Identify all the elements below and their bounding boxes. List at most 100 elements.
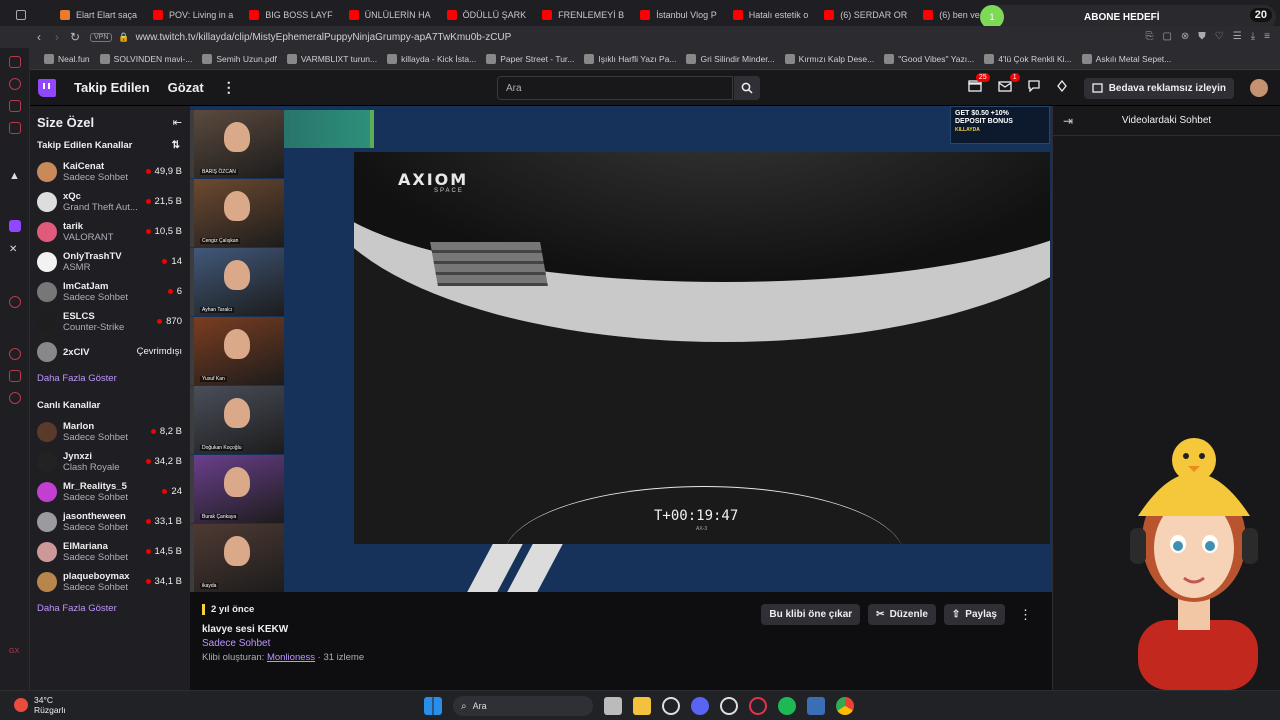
search-input[interactable]: Ara [497,76,733,100]
browser-tab[interactable]: İstanbul Vlog P [632,4,725,26]
sidebar-channel[interactable]: Jynxzi Clash Royale 34,2 B [30,447,190,477]
music-icon[interactable] [9,56,21,68]
collapse-chat-icon[interactable]: ⇥ [1063,114,1073,128]
browser-menu-icon[interactable] [8,4,52,26]
avatar [37,542,57,562]
extension-icon[interactable]: ⊗ [1181,31,1189,42]
sidebar-channel[interactable]: ImCatJam Sadece Sohbet 6 [30,277,190,307]
sidebar-channel[interactable]: KaiCenat Sadece Sohbet 49,9 B [30,157,190,187]
settings-icon[interactable] [9,392,21,404]
easy-setup-icon[interactable]: ☰ [1233,31,1242,42]
browser-tab[interactable]: ÜNLÜLERİN HA [341,4,439,26]
show-more-live-link[interactable]: Daha Fazla Göster [30,597,190,624]
bookmark[interactable]: Askılı Metal Sepet... [1081,53,1171,64]
bits-icon[interactable] [1056,79,1068,97]
nav-following[interactable]: Takip Edilen [74,80,150,95]
bookmark[interactable]: Semih Uzun.pdf [202,53,277,64]
sidebar-channel[interactable]: OnlyTrashTV ASMR 14 [30,247,190,277]
bookmark[interactable]: 4'lü Çok Renkli Ki... [984,53,1072,64]
snapshot-icon[interactable]: ▢ [1162,31,1171,42]
bookmark[interactable]: killayda - Kick İsta... [387,53,476,64]
back-icon[interactable]: ‹ [30,30,48,44]
sidebar-channel[interactable]: plaqueboymax Sadece Sohbet 34,1 B [30,567,190,597]
ai-icon[interactable] [9,122,21,134]
browser-tab[interactable]: (6) SERDAR OR [816,4,915,26]
collapse-sidebar-icon[interactable]: ⇤ [173,116,182,129]
file-explorer-icon[interactable] [633,697,651,715]
heart-icon[interactable]: ♡ [1215,31,1224,42]
sidebar-channel[interactable]: jasontheween Sadece Sohbet 33,1 B [30,507,190,537]
sidebar-channel[interactable]: Marlon Sadece Sohbet 8,2 B [30,417,190,447]
player-icon[interactable] [9,296,21,308]
edit-clip-button[interactable]: ✂ Düzenle [868,604,936,625]
show-more-followed-link[interactable]: Daha Fazla Göster [30,367,190,394]
user-avatar[interactable] [1250,79,1268,97]
obs-icon[interactable] [720,697,738,715]
notifications-count: 1 [1009,73,1020,82]
ad-free-button[interactable]: Bedava reklamsız izleyin [1083,77,1234,99]
x-rail-icon[interactable]: ✕ [9,244,21,256]
camera-icon[interactable]: ⎘ [1145,31,1153,42]
app-icon[interactable] [807,697,825,715]
bookmark[interactable]: Işıklı Harfli Yazı Pa... [584,53,676,64]
bookmark[interactable]: Neal.fun [44,53,90,64]
nav-browse[interactable]: Gözat [168,80,204,95]
sidebar-channel[interactable]: ESLCS Counter-Strike 870 [30,307,190,337]
adblock-icon[interactable]: ⛊ [1198,31,1206,42]
chrome-icon[interactable] [836,697,854,715]
clip-video-player[interactable]: BARIŞ ÖZCAN Cengiz Çalışkan Ayhan Taralcı Y… [190,106,1052,592]
bookmark[interactable]: Paper Street - Tur... [486,53,574,64]
more-icon[interactable]: ⋮ [1013,607,1038,623]
browser-tab[interactable]: BIG BOSS LAYF [241,4,340,26]
clip-creator-link[interactable]: Monlioness [267,652,315,663]
start-icon[interactable] [424,697,442,715]
twitch-rail-icon[interactable] [9,220,21,232]
messenger-icon[interactable] [9,100,21,112]
history-icon[interactable] [9,348,21,360]
search-icon[interactable] [734,76,760,100]
bookmark[interactable]: SOLVINDEN mavi-... [99,53,192,64]
download-icon[interactable]: ⤓ [1251,31,1255,42]
feature-clip-button[interactable]: Bu klibi öne çıkar [761,604,861,625]
opera-gx-icon[interactable] [749,697,767,715]
workspace-icon[interactable] [9,78,21,90]
bookmark[interactable]: "Good Vibes" Yazı... [884,53,974,64]
browser-tab[interactable]: Elart Elart saça [52,4,145,26]
pin-icon[interactable] [9,370,21,382]
browser-tab[interactable]: FRENLEMEYİ B [534,4,632,26]
sidebar-channel[interactable]: xQc Grand Theft Aut... 21,5 B [30,187,190,217]
gx-icon[interactable]: GX [9,648,21,660]
spotify-icon[interactable] [778,697,796,715]
task-view-icon[interactable] [604,697,622,715]
twitch-logo-icon[interactable] [38,78,56,97]
browser-tab[interactable]: Hatalı estetik o [725,4,817,26]
browser-tab[interactable]: ÖDÜLLÜ ŞARK [439,4,535,26]
bookmark[interactable]: Kırmızı Kalp Dese... [784,53,874,64]
taskbar-search[interactable]: ⌕ Ara [453,696,593,716]
notifications-icon[interactable]: 1 [998,73,1020,97]
discord-icon[interactable] [691,697,709,715]
whispers-icon[interactable] [1028,79,1040,97]
sidebar-channel[interactable]: ElMariana Sadece Sohbet 14,5 B [30,537,190,567]
sidebar-channel[interactable]: tarik VALORANT 10,5 B [30,217,190,247]
bookmark[interactable]: VARMBLIXT turun... [286,53,377,64]
more-options-icon[interactable]: ⋮ [222,79,236,96]
url-field[interactable]: www.twitch.tv/killayda/clip/MistyEphemer… [136,32,512,43]
forward-icon[interactable]: › [48,30,66,44]
sort-icon[interactable]: ⇅ [172,140,180,151]
reload-icon[interactable]: ↻ [66,30,84,44]
vpn-badge[interactable]: VPN [90,32,113,42]
aria-icon[interactable]: ▲ [9,170,21,182]
share-button[interactable]: ⇧ Paylaş [943,604,1005,625]
browser-tab[interactable]: POV: Living in a [145,4,241,26]
sidebar-channel[interactable]: Mr_Realitys_5 Sadece Sohbet 24 [30,477,190,507]
prime-loot-icon[interactable]: 25 [968,73,990,97]
crown-icon [1092,83,1103,93]
clip-category-link[interactable]: Sadece Sohbet [202,638,270,649]
tab-favicon-icon [153,10,164,20]
steam-icon[interactable] [662,697,680,715]
sidebar-channel-offline[interactable]: 2xCIV Çevrimdışı [30,337,190,367]
weather-widget[interactable]: 34°C Rüzgarlı [14,695,66,715]
menu-icon[interactable]: ≡ [1264,31,1270,42]
bookmark[interactable]: Gri Silindir Minder... [686,53,775,64]
